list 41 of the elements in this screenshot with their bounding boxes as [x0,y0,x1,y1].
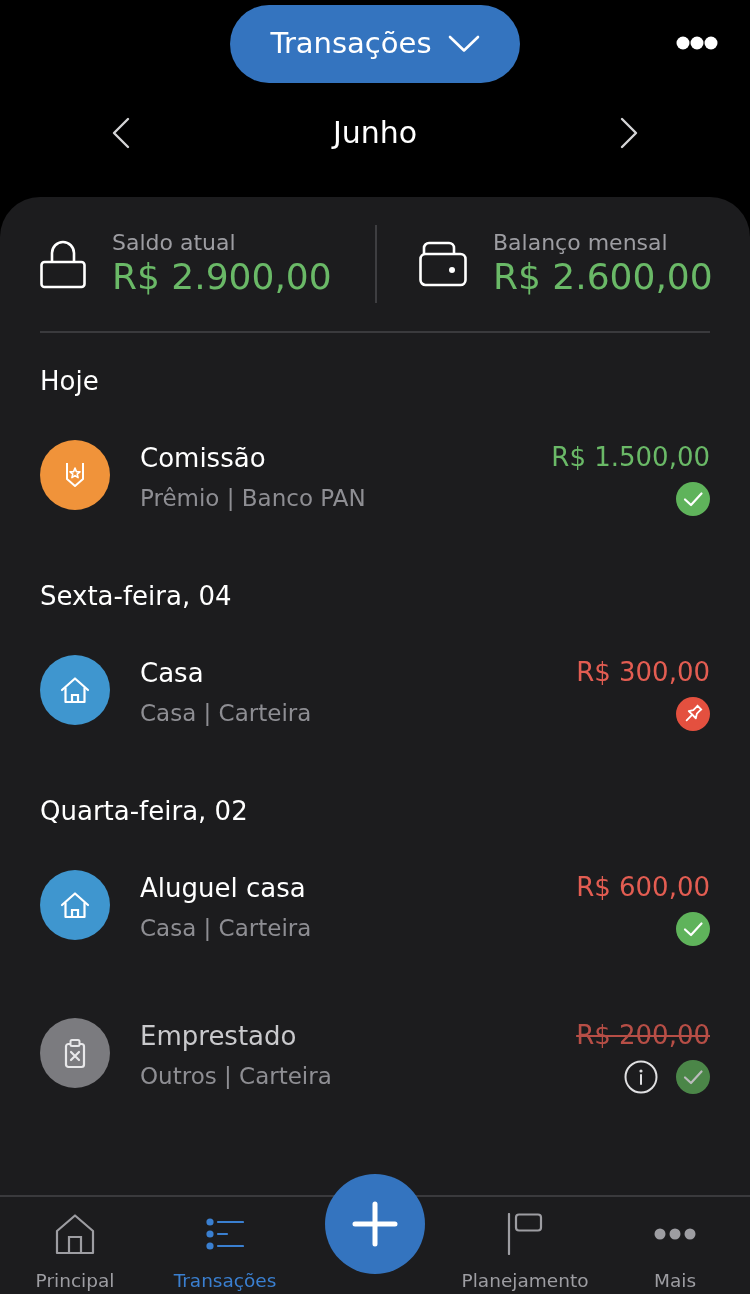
transaction-subtitle: Prêmio | Banco PAN [140,484,367,513]
house-icon [55,1213,95,1255]
transaction-amount: R$ 1.500,00 [551,441,710,474]
title-dropdown-button[interactable]: Transações [230,5,520,83]
nav-tab[interactable]: Principal [35,1197,115,1294]
summary-label: Balanço mensal [493,230,669,256]
chevron-right-icon[interactable] [620,117,638,149]
info-icon [624,1060,658,1094]
transaction-amount: R$ 600,00 [576,871,710,904]
lock-icon [40,239,86,289]
transaction-title: Casa [140,657,205,690]
nav-tab[interactable]: Transações [173,1197,277,1294]
month-label: Junho [332,114,418,152]
more-icon[interactable] [676,36,718,50]
check-icon [676,912,710,946]
transaction-title: Aluguel casa [140,872,307,905]
section-heading: Quarta-feira, 02 [40,795,249,828]
caret-icon [447,35,480,53]
summary-amount: R$ 2.900,00 [112,256,332,298]
check-icon [676,1060,710,1094]
transaction-title: Comissão [140,442,267,475]
list-icon [206,1218,244,1250]
more-icon [654,1228,696,1240]
transaction-amount: R$ 300,00 [576,656,710,689]
transaction-subtitle: Outros | Carteira [140,1062,333,1091]
wallet-icon [419,241,467,287]
flag-icon [507,1213,543,1255]
pin-icon [676,697,710,731]
summary-amount: R$ 2.600,00 [493,256,713,298]
section-heading: Hoje [40,365,100,398]
transaction-subtitle: Casa | Carteira [140,914,313,943]
summary-label: Saldo atual [112,230,237,256]
section-heading: Sexta-feira, 04 [40,580,233,613]
nav-tab[interactable]: Planejamento [461,1197,589,1294]
plus-icon [352,1201,398,1247]
nav-tab[interactable]: Mais [653,1197,697,1294]
check-icon [676,482,710,516]
transaction-subtitle: Casa | Carteira [140,699,313,728]
transaction-amount: R$ 200,00 [576,1019,710,1052]
chevron-left-icon[interactable] [112,117,130,149]
transaction-title: Emprestado [140,1020,298,1053]
